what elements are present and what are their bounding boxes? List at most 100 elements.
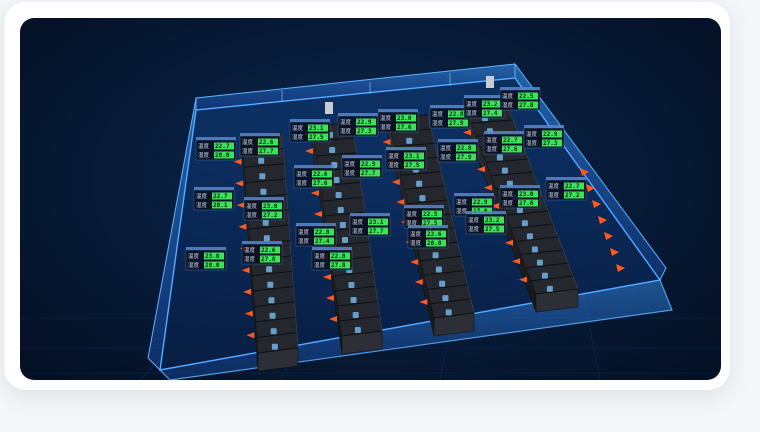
sensor-label[interactable]: 温度 22.9 湿度 27.3 <box>337 113 379 137</box>
sensor-label[interactable]: 温度 22.6 湿度 27.6 <box>293 165 335 189</box>
sensor-label[interactable]: 温度 22.8 湿度 27.4 <box>295 223 337 247</box>
sensor-label-1: 温度 <box>242 138 254 146</box>
sensor-label-2: 湿度 <box>502 199 514 207</box>
sensor-label[interactable]: 温度 22.7 湿度 27.2 <box>545 177 587 201</box>
sensor-label-1: 温度 <box>340 118 352 126</box>
sensor-label-2: 湿度 <box>344 169 356 177</box>
sensor-label-1: 温度 <box>188 252 200 260</box>
sensor-label-1: 温度 <box>314 252 326 260</box>
sensor-label-1: 温度 <box>344 160 356 168</box>
sensor-label-1: 温度 <box>196 192 208 200</box>
sensor-value-1: 22.7 <box>213 193 228 200</box>
sensor-label[interactable]: 温度 22.6 湿度 27.7 <box>239 133 281 157</box>
sensor-value-1: 22.9 <box>543 131 558 138</box>
sensor-value-1: 22.8 <box>331 253 346 260</box>
wall-unit <box>486 76 494 88</box>
sensor-label-2: 湿度 <box>298 237 310 245</box>
sensor-value-2: 27.6 <box>397 124 412 131</box>
sensor-value-1: 22.9 <box>357 119 372 126</box>
sensor-label[interactable]: 温度 22.5 湿度 27.8 <box>499 87 541 111</box>
sensor-label-2: 湿度 <box>440 153 452 161</box>
sensor-label-2: 湿度 <box>466 109 478 117</box>
sensor-label[interactable]: 温度 22.7 湿度 27.6 <box>483 131 525 155</box>
sensor-label-1: 温度 <box>548 182 560 190</box>
sensor-label[interactable]: 温度 22.9 湿度 27.3 <box>523 125 565 149</box>
sensor-label-1: 温度 <box>456 198 468 206</box>
sensor-label[interactable]: 温度 23.1 湿度 27.7 <box>349 213 391 237</box>
sensor-label-1: 温度 <box>502 190 514 198</box>
sensor-value-1: 22.6 <box>313 171 328 178</box>
sensor-label-2: 湿度 <box>526 139 538 147</box>
sensor-label-2: 湿度 <box>188 261 200 269</box>
sensor-label-2: 湿度 <box>380 123 392 131</box>
sensor-label-1: 温度 <box>296 170 308 178</box>
sensor-label[interactable]: 温度 23.0 湿度 28.0 <box>185 247 227 271</box>
sensor-label-1: 温度 <box>246 202 258 210</box>
sensor-value-1: 22.5 <box>519 93 534 100</box>
sensor-value-1: 22.8 <box>315 229 330 236</box>
screenshot-card: 温度 22.7 湿度 28.0 温度 22.6 湿度 27.7 温度 23.1 湿度 27.5 温度 22… <box>4 2 730 390</box>
sensor-value-1: 23.0 <box>519 191 534 198</box>
sensor-label[interactable]: 温度 22.8 湿度 27.8 <box>311 247 353 271</box>
sensor-value-2: 27.5 <box>405 162 420 169</box>
sensor-value-1: 22.9 <box>361 161 376 168</box>
sensor-value-2: 27.3 <box>543 140 558 147</box>
sensor-label-2: 湿度 <box>242 147 254 155</box>
sensor-value-2: 27.7 <box>361 170 376 177</box>
sensor-value-1: 23.1 <box>369 219 384 226</box>
sensor-label-1: 温度 <box>526 130 538 138</box>
sensor-label-2: 湿度 <box>410 239 422 247</box>
sensor-value-1: 22.5 <box>423 211 438 218</box>
sensor-label[interactable]: 温度 23.1 湿度 27.5 <box>385 147 427 171</box>
sensor-label-1: 温度 <box>440 144 452 152</box>
sensor-label-2: 湿度 <box>352 227 364 235</box>
sensor-value-2: 27.6 <box>503 146 518 153</box>
sensor-label-1: 温度 <box>468 216 480 224</box>
sensor-value-2: 28.0 <box>205 262 220 269</box>
sensor-label-2: 湿度 <box>432 119 444 127</box>
sensor-value-2: 27.6 <box>313 180 328 187</box>
sensor-label-2: 湿度 <box>196 201 208 209</box>
sensor-label-2: 湿度 <box>292 133 304 141</box>
sensor-label-2: 湿度 <box>548 191 560 199</box>
sensor-label[interactable]: 温度 22.6 湿度 27.8 <box>241 241 283 265</box>
sensor-label-2: 湿度 <box>246 211 258 219</box>
sensor-label-2: 湿度 <box>296 179 308 187</box>
sensor-label[interactable]: 温度 22.6 湿度 28.0 <box>407 225 449 249</box>
sensor-label-1: 温度 <box>388 152 400 160</box>
sensor-label[interactable]: 温度 22.7 湿度 28.1 <box>193 187 235 211</box>
sensor-value-1: 23.2 <box>485 217 500 224</box>
sensor-label-2: 湿度 <box>468 225 480 233</box>
sensor-label[interactable]: 温度 23.0 湿度 27.2 <box>243 197 285 221</box>
sensor-value-1: 22.6 <box>427 231 442 238</box>
sensor-label[interactable]: 温度 23.1 湿度 27.5 <box>289 119 331 143</box>
sensor-value-1: 23.1 <box>405 153 420 160</box>
sensor-label-2: 湿度 <box>388 161 400 169</box>
sensor-label[interactable]: 温度 22.8 湿度 27.9 <box>437 139 479 163</box>
sensor-label[interactable]: 温度 22.9 湿度 27.7 <box>341 155 383 179</box>
sensor-value-2: 27.7 <box>259 148 274 155</box>
sensor-value-1: 22.7 <box>215 143 230 150</box>
sensor-label[interactable]: 温度 23.2 湿度 27.5 <box>465 211 507 235</box>
sensor-value-2: 27.6 <box>519 200 534 207</box>
sensor-value-2: 27.2 <box>263 212 278 219</box>
sensor-label[interactable]: 温度 23.0 湿度 27.6 <box>499 185 541 209</box>
sensor-label-1: 温度 <box>380 114 392 122</box>
sensor-label-2: 湿度 <box>244 255 256 263</box>
sensor-value-1: 23.0 <box>263 203 278 210</box>
sensor-label[interactable]: 温度 23.2 湿度 27.4 <box>463 95 505 119</box>
sensor-label-1: 温度 <box>406 210 418 218</box>
sensor-value-2: 27.4 <box>483 110 498 117</box>
sensor-label[interactable]: 温度 23.0 湿度 27.6 <box>377 109 419 133</box>
sensor-value-2: 27.9 <box>449 120 464 127</box>
sensor-label[interactable]: 温度 22.7 湿度 28.0 <box>195 137 237 161</box>
sensor-label[interactable]: 温度 22.5湿度 27.5 <box>403 205 445 229</box>
datacenter-scene[interactable]: 温度 22.7湿度 28.0温度 22.6湿度 27.7温度 23.1湿度 27.5温度 22… <box>20 18 721 380</box>
wall-unit <box>325 102 333 114</box>
sensor-label-2: 湿度 <box>340 127 352 135</box>
sensor-value-2: 27.2 <box>565 192 580 199</box>
3d-viewport[interactable]: 温度 22.7 湿度 28.0 温度 22.6 湿度 27.7 温度 23.1 湿度 27.5 温度 22… <box>20 18 721 380</box>
sensor-value-1: 22.6 <box>259 139 274 146</box>
sensor-value-1: 22.9 <box>473 199 488 206</box>
sensor-label-1: 温度 <box>244 246 256 254</box>
